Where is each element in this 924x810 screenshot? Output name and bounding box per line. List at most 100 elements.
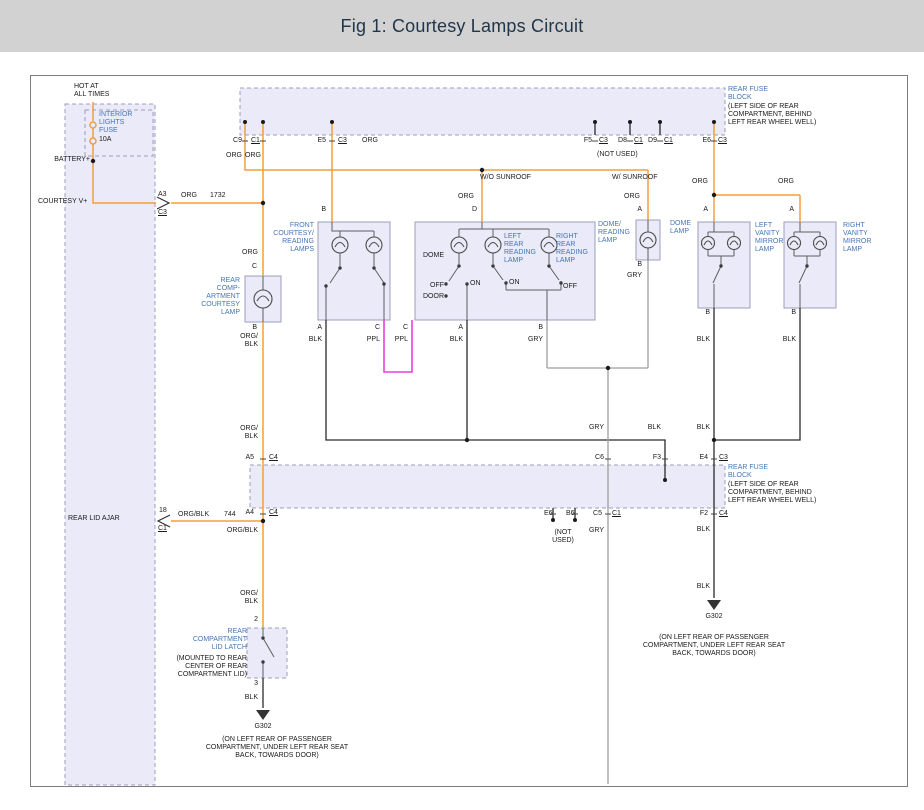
rear-lid-ajar-label: REAR LID AJAR (68, 515, 120, 523)
wire-blk-f3: BLK (641, 424, 661, 432)
pin-a5: A5 (238, 454, 254, 462)
conn-c4-a4: C4 (269, 509, 278, 517)
pin-a3: A3 (158, 191, 167, 199)
pin-b-center: B (531, 324, 543, 332)
wire-org-domelamp: ORG (622, 193, 640, 201)
wire-orgblk-2: ORG/ BLK (234, 425, 258, 441)
pin-f3: F3 (647, 454, 661, 462)
rear-lid-latch-label: REAR COMPARTMENT LID LATCH (183, 628, 247, 652)
pin-a-left-vanity: A (696, 206, 708, 214)
conn-c3-f5: C3 (599, 137, 608, 145)
conn-c3-a3: C3 (158, 209, 167, 217)
battery-label: BATTERY+ (48, 156, 90, 164)
wire-gry-c6: GRY (584, 424, 604, 432)
interior-lights-fuse-label: INTERIOR LIGHTS FUSE (99, 111, 132, 135)
conn-c3-e5: C3 (338, 137, 347, 145)
wire-gry-c5: GRY (584, 527, 604, 535)
conn-c1-c5: C1 (612, 510, 621, 518)
pin-e5: E5 (310, 137, 326, 145)
courtesy-v-label: COURTESY V+ (38, 198, 87, 206)
component-boxes (245, 220, 836, 322)
wiring-diagram-page: Fig 1: Courtesy Lamps Circuit (0, 0, 924, 810)
pin-d9: D9 (643, 137, 657, 145)
wire-orgblk-3: ORG/BLK (218, 527, 258, 535)
pin-a4: A4 (238, 509, 254, 517)
pin-d-center: D (465, 206, 477, 214)
pin-a-center: A (451, 324, 463, 332)
pin-b6: B6 (566, 510, 575, 518)
wire-org-c1: ORG (241, 152, 261, 160)
pin-3: 3 (248, 680, 258, 688)
wire-org-c9: ORG (222, 152, 242, 160)
pin-e4: E4 (694, 454, 708, 462)
w-sunroof-label: W/ SUNROOF (612, 174, 658, 182)
rear-fuse-block-bottom-name: REAR FUSE BLOCK (728, 464, 768, 480)
wo-sunroof-label: W/O SUNROOF (480, 174, 531, 182)
gray-wires (547, 260, 648, 784)
right-rear-reading-label: RIGHT REAR READING LAMP (556, 233, 588, 265)
pin-b-front: B (314, 206, 326, 214)
ground-g302-left: G302 (241, 723, 285, 731)
wire-blk-latch: BLK (238, 694, 258, 702)
conn-c1-d9: C1 (664, 137, 673, 145)
rear-lid-latch-location: (MOUNTED TO REAR CENTER OF REAR COMPARTM… (171, 655, 247, 679)
pin-b-left-vanity: B (698, 309, 710, 317)
wire-blk-e4: BLK (690, 424, 710, 432)
conn-c1-c9: C1 (251, 137, 260, 145)
hot-at-label: HOT AT ALL TIMES (74, 83, 109, 99)
pin-c6: C6 (590, 454, 604, 462)
front-courtesy-lamps-label: FRONT COURTESY/ READING LAMPS (266, 222, 314, 254)
pin-a-right-vanity: A (782, 206, 794, 214)
wire-gry-center: GRY (523, 336, 543, 344)
rear-compartment-lamp-label: REAR COMP- ARTMENT COURTESY LAMP (196, 277, 240, 318)
pin-18: 18 (159, 507, 167, 515)
pin-c5: C5 (588, 510, 602, 518)
dome-lamp-label: DOME LAMP (670, 220, 691, 236)
wire-blk-f2-lower: BLK (690, 583, 710, 591)
rear-fuse-block-bottom-location: (LEFT SIDE OF REAR COMPARTMENT, BEHIND L… (728, 481, 816, 505)
pin-e6-bottom: E6 (544, 510, 553, 518)
conn-c3-e6: C3 (718, 137, 727, 145)
wire-org-e5: ORG (362, 137, 378, 145)
conn-c4-f2: C4 (719, 510, 728, 518)
rear-fuse-block-top-name: REAR FUSE BLOCK (728, 86, 768, 102)
dome-reading-label: DOME/ READING LAMP (598, 221, 630, 245)
wire-orgblk-1: ORG/ BLK (234, 333, 258, 349)
switch-door-1: DOOR (422, 293, 444, 301)
wire-gry-domelamp: GRY (622, 272, 642, 280)
arrow-connectors (157, 197, 170, 527)
pin-c-center: C (396, 324, 408, 332)
wire-blk-f2: BLK (690, 526, 710, 534)
switch-off-2: OFF (563, 283, 577, 291)
pin-f5: F5 (578, 137, 592, 145)
rear-fuse-block-top-location: (LEFT SIDE OF REAR COMPARTMENT, BEHIND L… (728, 103, 816, 127)
left-rear-reading-label: LEFT REAR READING LAMP (504, 233, 536, 265)
wire-ppl-front: PPL (360, 336, 380, 344)
wire-org-rearlamp: ORG (238, 249, 258, 257)
dome-word-label: DOME (418, 252, 444, 260)
pin-b-rearlamp: B (245, 324, 257, 332)
not-used-bottom: (NOT USED) (547, 529, 579, 545)
switch-off-1: OFF (426, 282, 444, 290)
pin-c9: C9 (228, 137, 242, 145)
not-used-top: (NOT USED) (597, 151, 638, 159)
pin-d8: D8 (613, 137, 627, 145)
right-vanity-label: RIGHT VANITY MIRROR LAMP (843, 222, 871, 254)
pin-e6: E6 (697, 137, 711, 145)
wire-org-1732: ORG (181, 192, 197, 200)
wire-blk-front: BLK (302, 336, 322, 344)
wire-org-d: ORG (456, 193, 474, 201)
pin-b-domelamp: B (630, 261, 642, 269)
wire-org-left-vanity: ORG (690, 178, 708, 186)
wire-ppl-center: PPL (388, 336, 408, 344)
pin-a-domelamp: A (630, 206, 642, 214)
wire-orgblk-744: ORG/BLK (178, 511, 209, 519)
ground-symbols (256, 600, 721, 720)
switch-on-1: ON (470, 280, 481, 288)
pin-2: 2 (248, 616, 258, 624)
wire-blk-right-vanity: BLK (776, 336, 796, 344)
conn-c1-18: C1 (158, 525, 167, 533)
wire-blk-center: BLK (443, 336, 463, 344)
pin-c-rearlamp: C (245, 263, 257, 271)
ground-g302-left-location: (ON LEFT REAR OF PASSENGER COMPARTMENT, … (191, 736, 363, 760)
